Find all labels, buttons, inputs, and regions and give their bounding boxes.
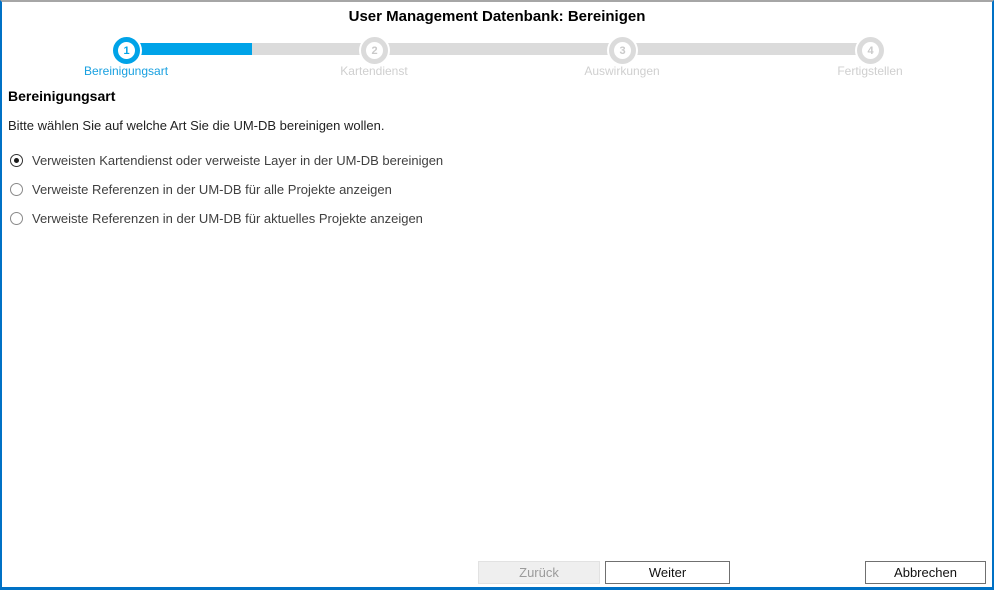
page-title: Bereinigungsart <box>8 88 116 104</box>
back-button[interactable]: Zurück <box>478 561 600 584</box>
step-2-indicator: 2 <box>361 37 388 64</box>
step-3-number: 3 <box>619 44 626 57</box>
step-2-number: 2 <box>371 44 378 57</box>
step-3-indicator: 3 <box>609 37 636 64</box>
step-1-label: Bereinigungsart <box>83 64 169 78</box>
dialog-title: User Management Datenbank: Bereinigen <box>348 8 646 25</box>
cleanup-option-group: Verweisten Kartendienst oder verweiste L… <box>10 150 443 237</box>
radio-icon-unselected[interactable] <box>10 182 23 196</box>
step-1-indicator: 1 <box>113 37 140 64</box>
radio-option-show-all-projects[interactable]: Verweiste Referenzen in der UM-DB für al… <box>10 179 443 199</box>
wizard-dialog: User Management Datenbank: Bereinigen 1 … <box>0 0 994 590</box>
step-3-label: Auswirkungen <box>584 64 660 78</box>
step-2-label: Kartendienst <box>340 64 408 78</box>
radio-option-cleanup-orphaned[interactable]: Verweisten Kartendienst oder verweiste L… <box>10 150 443 170</box>
radio-option-label: Verweiste Referenzen in der UM-DB für al… <box>32 181 392 197</box>
radio-option-label: Verweiste Referenzen in der UM-DB für ak… <box>32 210 423 226</box>
progress-track <box>124 43 872 55</box>
step-1-number: 1 <box>123 44 130 57</box>
instruction-text: Bitte wählen Sie auf welche Art Sie die … <box>8 118 385 133</box>
step-4-number: 4 <box>867 44 874 57</box>
cancel-button[interactable]: Abbrechen <box>865 561 986 584</box>
step-4-indicator: 4 <box>857 37 884 64</box>
step-4-label: Fertigstellen <box>837 64 903 78</box>
progress-fill <box>124 43 252 55</box>
radio-icon-selected[interactable] <box>10 153 23 167</box>
next-button[interactable]: Weiter <box>605 561 730 584</box>
radio-icon-unselected[interactable] <box>10 211 23 225</box>
radio-option-show-current-project[interactable]: Verweiste Referenzen in der UM-DB für ak… <box>10 208 443 228</box>
radio-option-label: Verweisten Kartendienst oder verweiste L… <box>32 152 444 168</box>
